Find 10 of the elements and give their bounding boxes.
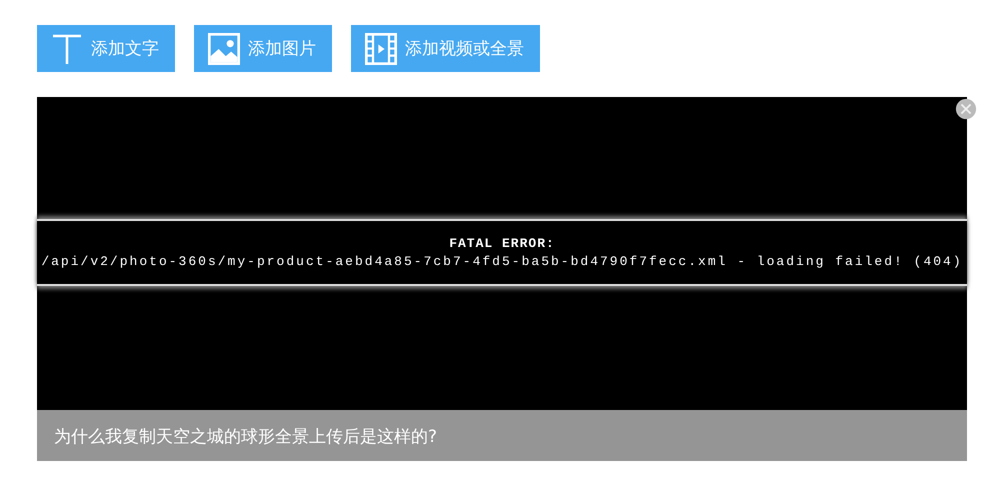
add-button[interactable]: 添加视频或全景 xyxy=(351,25,540,72)
caption-text: 为什么我复制天空之城的球形全景上传后是这样的? xyxy=(54,426,438,448)
image-icon xyxy=(208,32,240,64)
error-title: FATAL ERROR: xyxy=(449,234,555,252)
text-icon xyxy=(51,32,83,64)
error-message: /api/v2/photo-360s/my-product-aebd4a85-7cb7-4fd5-ba5b-bd4790f7fecc.xml - loading failed! (404) xyxy=(41,252,963,270)
film-icon xyxy=(365,32,397,64)
add-button[interactable]: 添加文字 xyxy=(37,25,175,72)
close-icon[interactable] xyxy=(955,98,977,120)
add-button[interactable]: 添加图片 xyxy=(194,25,332,72)
